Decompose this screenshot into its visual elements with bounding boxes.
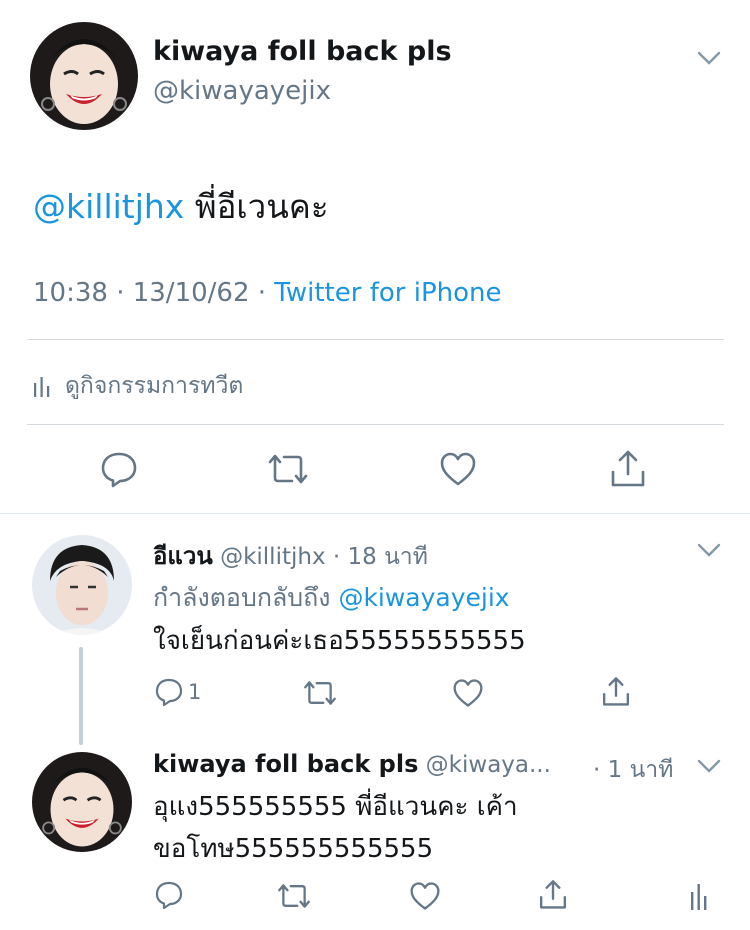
author-name[interactable]: อีแวน <box>153 542 213 570</box>
avatar[interactable] <box>32 752 132 852</box>
replying-to: กำลังตอบกลับถึง @kiwayayejix <box>153 578 510 618</box>
reply-count: 1 <box>188 680 202 704</box>
analytics-icon <box>34 377 50 397</box>
activity-label: ดูกิจกรรมการทวีต <box>65 373 244 399</box>
avatar[interactable] <box>30 22 138 130</box>
reply-text-line: ขอโทษ555555555555 <box>153 834 434 864</box>
reply-text-line: อุแง555555555 พี่อีแวนคะ เค้า <box>153 792 518 822</box>
divider <box>27 424 724 425</box>
tweet-body: พี่อีเวนคะ <box>184 187 329 226</box>
tweet-text: @killitjhx พี่อีเวนคะ <box>33 180 329 233</box>
chevron-down-icon[interactable] <box>697 51 721 65</box>
retweet-icon[interactable] <box>302 679 338 707</box>
reply-header: kiwaya foll back pls @kiwaya... <box>153 750 551 778</box>
mention-link[interactable]: @killitjhx <box>33 187 184 226</box>
replying-prefix: กำลังตอบกลับถึง <box>153 583 339 612</box>
tweet-meta: 10:38 · 13/10/62 · Twitter for iPhone <box>33 278 501 308</box>
section-separator <box>0 513 750 514</box>
reply-icon[interactable] <box>100 450 138 488</box>
tweet-time: 10:38 · 13/10/62 · <box>33 278 275 308</box>
analytics-icon[interactable] <box>690 882 708 910</box>
chevron-down-icon[interactable] <box>697 543 721 557</box>
retweet-icon[interactable] <box>276 882 312 910</box>
author-name[interactable]: kiwaya foll back pls <box>153 36 452 67</box>
chevron-down-icon[interactable] <box>697 759 721 773</box>
divider <box>27 339 724 340</box>
author-name[interactable]: kiwaya foll back pls <box>153 750 418 778</box>
tweet-source-link[interactable]: Twitter for iPhone <box>274 278 501 308</box>
retweet-icon[interactable] <box>266 452 310 486</box>
thread-line <box>79 647 83 745</box>
like-icon[interactable] <box>439 451 477 487</box>
replying-handle-link[interactable]: @kiwayayejix <box>338 583 509 612</box>
like-icon[interactable] <box>409 881 441 911</box>
avatar[interactable] <box>32 535 132 635</box>
reply-time: · 1 นาที <box>593 757 674 783</box>
author-handle[interactable]: @kiwaya... <box>426 752 551 778</box>
like-icon[interactable] <box>452 678 484 708</box>
tweet-activity-link[interactable]: ดูกิจกรรมการทวีต <box>33 368 243 404</box>
share-icon[interactable] <box>601 675 631 707</box>
author-handle[interactable]: @kiwayayejix <box>153 76 331 106</box>
reply-icon[interactable] <box>154 677 184 707</box>
reply-icon[interactable] <box>154 880 184 910</box>
reply-header: อีแวน @killitjhx · 18 นาที <box>153 536 428 575</box>
reply-text: ใจเย็นก่อนค่ะเธอ55555555555 <box>153 626 526 656</box>
reply-time: · 18 นาที <box>325 544 428 570</box>
share-icon[interactable] <box>538 878 568 910</box>
share-icon[interactable] <box>609 448 647 488</box>
author-handle[interactable]: @killitjhx <box>220 544 325 570</box>
